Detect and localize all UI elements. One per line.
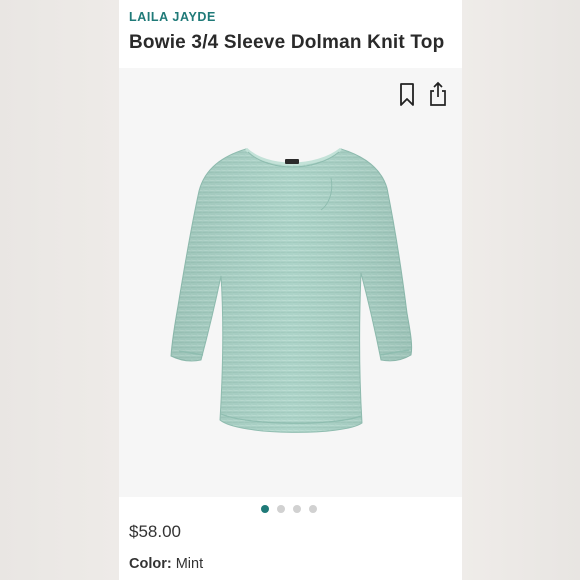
product-price: $58.00 — [129, 522, 181, 541]
color-value: Mint — [175, 556, 204, 572]
left-background — [0, 0, 119, 580]
carousel-dot-3[interactable] — [293, 505, 301, 513]
bookmark-icon[interactable] — [396, 82, 418, 108]
product-title: Bowie 3/4 Sleeve Dolman Knit Top — [129, 32, 445, 53]
product-card: LAILA JAYDE Bowie 3/4 Sleeve Dolman Knit… — [119, 0, 462, 580]
right-background — [462, 0, 580, 580]
garment-label — [285, 159, 299, 164]
carousel-pagination — [119, 504, 462, 516]
product-image-carousel[interactable] — [119, 68, 462, 497]
color-info: Color: Mint — [129, 556, 203, 572]
carousel-dot-4[interactable] — [309, 505, 317, 513]
carousel-dot-2[interactable] — [277, 505, 285, 513]
share-icon[interactable] — [427, 80, 449, 106]
product-header: LAILA JAYDE Bowie 3/4 Sleeve Dolman Knit… — [119, 0, 462, 68]
brand-name[interactable]: LAILA JAYDE — [129, 10, 216, 24]
product-image[interactable] — [119, 68, 462, 497]
carousel-dot-1[interactable] — [261, 505, 269, 513]
color-label: Color: — [129, 556, 172, 572]
